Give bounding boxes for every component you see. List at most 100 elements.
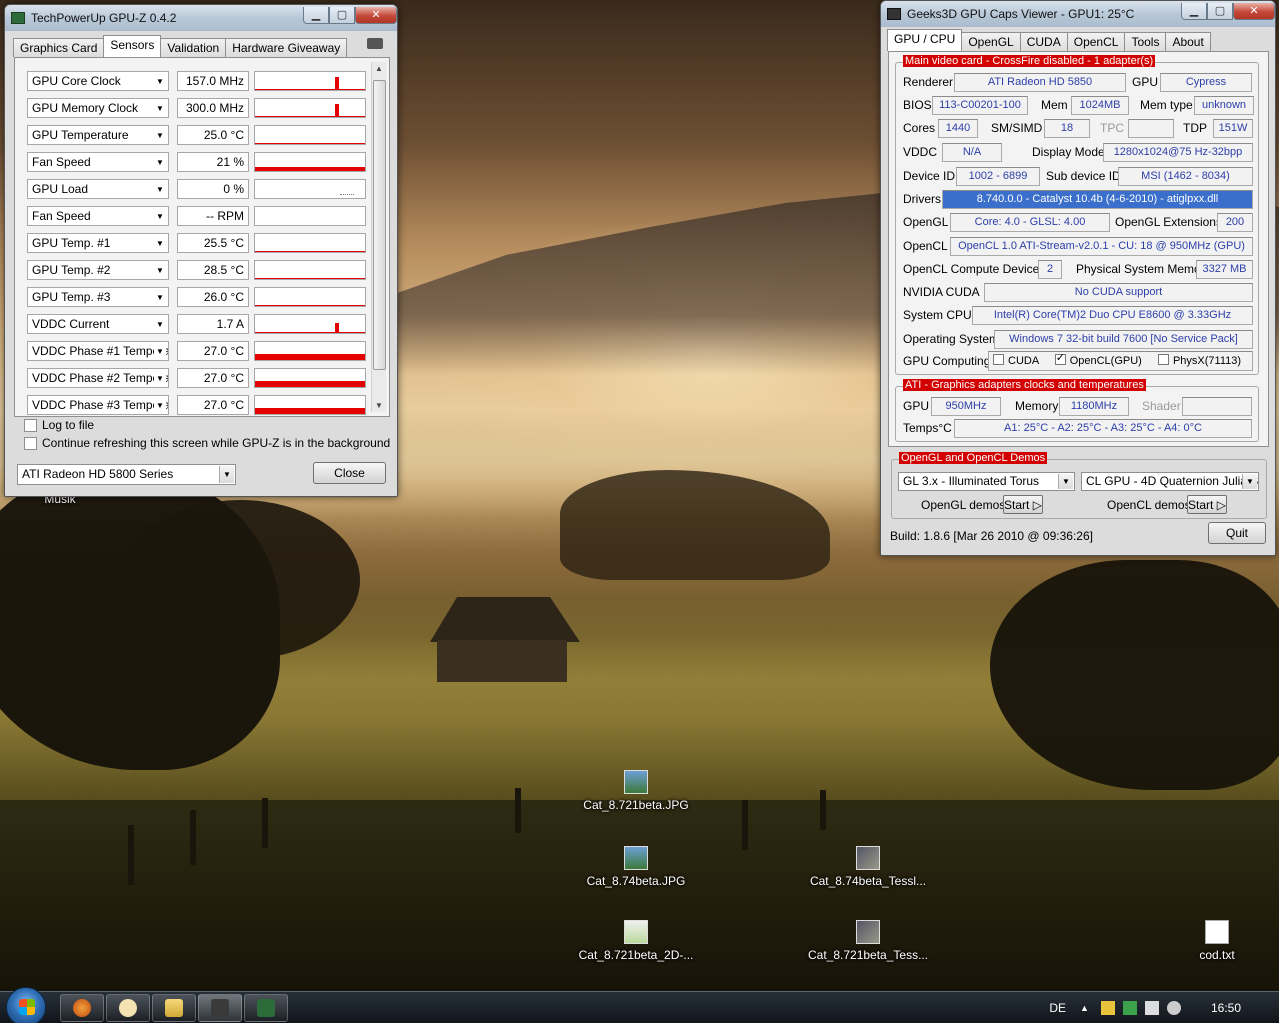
- cuda-checkbox-label: CUDA: [1008, 355, 1039, 367]
- tab-validation[interactable]: Validation: [160, 38, 227, 57]
- clock[interactable]: 16:50: [1211, 1001, 1241, 1015]
- tab-sensors[interactable]: Sensors: [103, 35, 162, 57]
- gpu-tray-icon[interactable]: [1122, 1001, 1137, 1015]
- tab-graphics-card[interactable]: Graphics Card: [13, 38, 105, 57]
- opencl-checkbox[interactable]: [1054, 352, 1066, 365]
- desktop-icon[interactable]: Cat_8.721beta_2D-...: [576, 920, 696, 962]
- gpuz-titlebar[interactable]: TechPowerUp GPU-Z 0.4.2 ▁ ▢ ✕: [5, 5, 397, 31]
- graph-fill: [255, 408, 365, 414]
- sensor-graph: [254, 314, 366, 334]
- sensor-name-select[interactable]: VDDC Phase #1 Temperatu ▼: [27, 341, 169, 361]
- opencl-devices-label: OpenCL Compute Devices: [903, 262, 1046, 276]
- sensor-name-label: GPU Core Clock: [32, 74, 121, 88]
- checkbox-box[interactable]: [24, 418, 37, 432]
- bios-label: BIOS: [903, 98, 932, 112]
- sensor-name-label: GPU Memory Clock: [32, 101, 139, 115]
- fence-post: [190, 810, 196, 865]
- scroll-down-icon[interactable]: ▼: [375, 401, 383, 410]
- temps-field: A1: 25°C - A2: 25°C - A3: 25°C - A4: 0°C: [954, 419, 1252, 438]
- minimize-button[interactable]: ▁: [303, 6, 329, 24]
- tab-hardware-giveaway[interactable]: Hardware Giveaway: [225, 38, 348, 57]
- maximize-button[interactable]: ▢: [329, 6, 355, 24]
- sensor-name-select[interactable]: Fan Speed ▼: [27, 152, 169, 172]
- tab-opencl[interactable]: OpenCL: [1066, 32, 1126, 51]
- show-hidden-icons-icon[interactable]: ▲: [1080, 1003, 1089, 1013]
- sensor-name-select[interactable]: GPU Memory Clock ▼: [27, 98, 169, 118]
- sensor-name-select[interactable]: GPU Temp. #1 ▼: [27, 233, 169, 253]
- caps-viewer-window[interactable]: Geeks3D GPU Caps Viewer - GPU1: 25°C ▁ ▢…: [880, 0, 1276, 556]
- cuda-checkbox[interactable]: [993, 354, 1004, 365]
- continue-refresh-checkbox[interactable]: Continue refreshing this screen while GP…: [24, 436, 390, 450]
- sensor-name-select[interactable]: GPU Temperature ▼: [27, 125, 169, 145]
- scroll-up-icon[interactable]: ▲: [375, 64, 383, 73]
- language-indicator[interactable]: DE: [1049, 1001, 1066, 1015]
- sensor-row: VDDC Phase #2 Temperatu ▼ 27.0 °C: [27, 368, 366, 388]
- sensor-name-select[interactable]: GPU Core Clock ▼: [27, 71, 169, 91]
- tab-about[interactable]: About: [1165, 32, 1211, 51]
- scrollbar-thumb[interactable]: [373, 80, 386, 370]
- clock-gpu-label: GPU: [903, 399, 930, 413]
- sensor-name-select[interactable]: GPU Temp. #3 ▼: [27, 287, 169, 307]
- sensor-graph: [254, 98, 366, 118]
- opencl-demo-start-button[interactable]: Start ▷: [1187, 495, 1227, 514]
- gpuz-window[interactable]: TechPowerUp GPU-Z 0.4.2 ▁ ▢ ✕ Graphics C…: [4, 4, 398, 497]
- close-button[interactable]: Close: [313, 462, 386, 484]
- tab-tools[interactable]: Tools: [1124, 32, 1167, 51]
- minimize-button[interactable]: ▁: [1181, 2, 1207, 20]
- desktop-icon[interactable]: Cat_8.74beta.JPG: [576, 846, 696, 888]
- tab-cuda[interactable]: CUDA: [1019, 32, 1068, 51]
- caps-titlebar[interactable]: Geeks3D GPU Caps Viewer - GPU1: 25°C ▁ ▢…: [881, 1, 1275, 27]
- action-center-flag-icon[interactable]: [1144, 1001, 1159, 1015]
- graph-line: [255, 305, 365, 306]
- opengl-demo-select[interactable]: GL 3.x - Illuminated Torus ▼: [898, 472, 1075, 491]
- opengl-extensions-field[interactable]: 200: [1217, 213, 1253, 232]
- close-window-button[interactable]: ✕: [355, 6, 397, 24]
- sensor-row: GPU Core Clock ▼ 157.0 MHz: [27, 71, 366, 91]
- taskbar-firefox[interactable]: [60, 994, 104, 1022]
- opencl-demo-select[interactable]: CL GPU - 4D Quaternion Julia Se ▼: [1081, 472, 1259, 491]
- taskbar-explorer[interactable]: [152, 994, 196, 1022]
- sensor-row: VDDC Current ▼ 1.7 A: [27, 314, 366, 334]
- graph-baseline: [255, 332, 365, 333]
- tab-opengl[interactable]: OpenGL: [961, 32, 1021, 51]
- graphics-card-select[interactable]: ATI Radeon HD 5800 Series ▼: [17, 464, 236, 485]
- sensor-name-select[interactable]: Fan Speed ▼: [27, 206, 169, 226]
- sensor-name-select[interactable]: VDDC Phase #2 Temperatu ▼: [27, 368, 169, 388]
- start-button[interactable]: [6, 987, 46, 1023]
- volume-icon[interactable]: [1166, 1001, 1181, 1015]
- tab-gpu-cpu[interactable]: GPU / CPU: [887, 29, 963, 51]
- log-to-file-checkbox[interactable]: Log to file: [24, 418, 94, 432]
- taskbar-chat[interactable]: [106, 994, 150, 1022]
- sensor-name-select[interactable]: GPU Temp. #2 ▼: [27, 260, 169, 280]
- taskbar-gpuz[interactable]: [244, 994, 288, 1022]
- chevron-down-icon: ▼: [154, 290, 166, 304]
- sensor-name-label: VDDC Current: [32, 317, 110, 331]
- desktop-icon[interactable]: Cat_8.74beta_Tessl...: [808, 846, 928, 888]
- opengl-label: OpenGL: [903, 215, 949, 229]
- opencl-checkbox-label: OpenCL(GPU): [1069, 355, 1142, 367]
- desktop-icon[interactable]: Cat_8.721beta_Tess...: [808, 920, 928, 962]
- gpu-computing-field: CUDA OpenCL(GPU) PhysX(71113): [988, 351, 1253, 371]
- desktop-icon[interactable]: cod.txt: [1157, 920, 1277, 962]
- checkbox-box[interactable]: [24, 436, 37, 450]
- desktop-icon[interactable]: Cat_8.721beta.JPG: [576, 770, 696, 812]
- physx-checkbox[interactable]: [1157, 354, 1169, 365]
- network-grid-icon[interactable]: [1100, 1001, 1115, 1015]
- drivers-field[interactable]: 8.740.0.0 - Catalyst 10.4b (4-6-2010) - …: [942, 190, 1253, 209]
- sensor-name-select[interactable]: GPU Load ▼: [27, 179, 169, 199]
- sensors-scrollbar[interactable]: ▲ ▼: [371, 62, 386, 412]
- fence-post: [742, 800, 748, 850]
- sensor-name-select[interactable]: VDDC Phase #3 Temperatu ▼: [27, 395, 169, 415]
- taskbar-gpu-caps-viewer[interactable]: [198, 994, 242, 1022]
- physx-checkbox-label: PhysX(71113): [1172, 355, 1242, 367]
- camera-icon[interactable]: [367, 38, 383, 49]
- maximize-button[interactable]: ▢: [1207, 2, 1233, 20]
- sensor-name-select[interactable]: VDDC Current ▼: [27, 314, 169, 334]
- close-window-button[interactable]: ✕: [1233, 2, 1275, 20]
- gpu-label: GPU: [1132, 75, 1159, 89]
- sensor-value: 21 %: [177, 152, 249, 172]
- quit-button[interactable]: Quit: [1208, 522, 1266, 544]
- group-title: Main video card - CrossFire disabled - 1…: [903, 55, 1156, 67]
- opengl-demos-label: OpenGL demos: [921, 498, 1006, 512]
- opengl-demo-start-button[interactable]: Start ▷: [1003, 495, 1043, 514]
